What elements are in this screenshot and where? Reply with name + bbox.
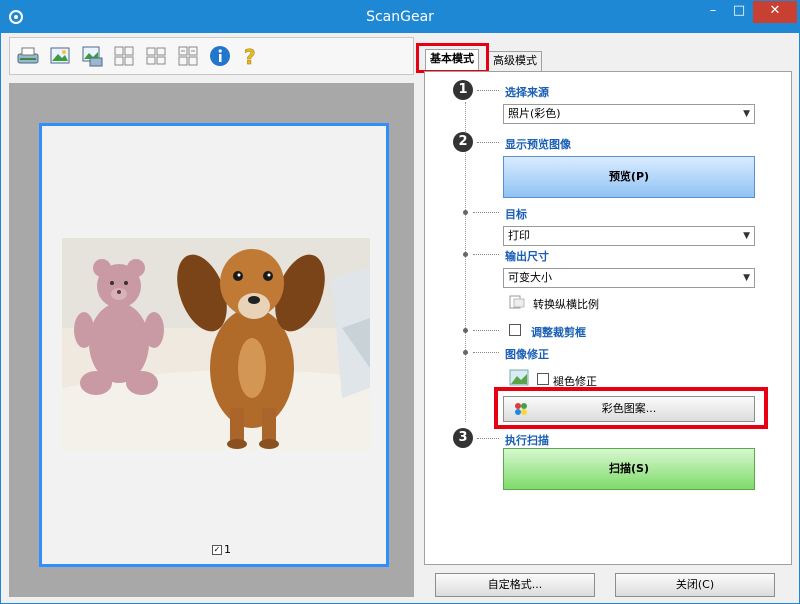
title-bar[interactable]: ScanGear – □ ✕ <box>1 1 799 33</box>
preview-frame[interactable]: ✓ 1 <box>39 123 389 567</box>
maximize-button[interactable]: □ <box>727 1 751 23</box>
aspect-ratio-label: 转换纵横比例 <box>533 298 599 311</box>
preview-checkbox-label: 1 <box>224 543 231 556</box>
crop-dots <box>473 330 499 331</box>
chevron-down-icon: ▼ <box>743 273 750 283</box>
info-icon[interactable] <box>208 44 232 68</box>
minimize-button[interactable]: – <box>701 1 725 23</box>
aspect-ratio-icon[interactable] <box>509 294 525 310</box>
chevron-down-icon: ▼ <box>743 231 750 241</box>
destination-label: 目标 <box>505 208 527 221</box>
step2-dots <box>477 142 499 143</box>
step3-dots <box>477 438 499 439</box>
photo-icon[interactable] <box>48 44 72 68</box>
thumbnails-icon[interactable] <box>176 44 200 68</box>
close-button[interactable]: 关闭(C) <box>615 573 775 597</box>
display-preview-label: 显示预览图像 <box>505 138 571 151</box>
select-source-label: 选择来源 <box>505 86 549 99</box>
source-select-value: 照片(彩色) <box>508 107 561 120</box>
preview-toolbar: ? <box>9 37 414 75</box>
tab-highlight-box <box>416 43 489 73</box>
output-size-bullet <box>463 252 468 257</box>
output-size-select-value: 可变大小 <box>508 271 552 284</box>
destination-select[interactable]: 打印 ▼ <box>503 226 755 246</box>
scangear-window: ScanGear – □ ✕ ? ✓ 1 基本模式 高级模式 1 选择来源 照片… <box>0 0 800 604</box>
output-size-dots <box>473 254 499 255</box>
preferences-button[interactable]: 自定格式... <box>435 573 595 597</box>
preview-area[interactable]: ✓ 1 <box>9 83 414 597</box>
photo-scan-icon[interactable] <box>80 44 104 68</box>
correction-dots <box>473 352 499 353</box>
tab-advanced-mode[interactable]: 高级模式 <box>488 51 542 71</box>
image-correction-label: 图像修正 <box>505 348 549 361</box>
crop-bullet <box>463 328 468 333</box>
correction-bullet <box>463 350 468 355</box>
destination-bullet <box>463 210 468 215</box>
scan-button[interactable]: 扫描(S) <box>503 448 755 490</box>
grid-icon[interactable] <box>112 44 136 68</box>
output-size-select[interactable]: 可变大小 ▼ <box>503 268 755 288</box>
preview-checkbox-row[interactable]: ✓ 1 <box>212 543 231 556</box>
source-select[interactable]: 照片(彩色) ▼ <box>503 104 755 124</box>
execute-scan-label: 执行扫描 <box>505 434 549 447</box>
help-icon[interactable]: ? <box>238 44 262 68</box>
color-pattern-highlight-box <box>494 387 768 429</box>
crop-checkbox[interactable] <box>509 324 521 336</box>
step1-badge: 1 <box>453 80 473 100</box>
step1-dots <box>477 90 499 91</box>
destination-select-value: 打印 <box>508 229 530 242</box>
preview-button[interactable]: 预览(P) <box>503 156 755 198</box>
fade-correction-icon <box>509 368 529 388</box>
fade-correction-checkbox[interactable] <box>537 373 549 385</box>
preview-image <box>62 238 370 450</box>
step3-badge: 3 <box>453 428 473 448</box>
svg-text:?: ? <box>244 45 256 68</box>
step2-badge: 2 <box>453 132 473 152</box>
basic-mode-panel: 1 选择来源 照片(彩色) ▼ 2 显示预览图像 预览(P) 目标 打印 ▼ 输… <box>424 71 792 565</box>
preview-checkbox[interactable]: ✓ <box>212 544 222 555</box>
scanner-icon[interactable] <box>16 44 40 68</box>
adjust-crop-label[interactable]: 调整裁剪框 <box>531 324 586 340</box>
destination-dots <box>473 212 499 213</box>
preview-panel: ? ✓ 1 <box>9 37 414 597</box>
close-window-button[interactable]: ✕ <box>753 1 797 23</box>
chevron-down-icon: ▼ <box>743 109 750 119</box>
window-title: ScanGear <box>366 9 434 25</box>
output-size-label: 输出尺寸 <box>505 250 549 263</box>
bottom-bar: 自定格式... 关闭(C) <box>419 567 797 601</box>
layout-icon[interactable] <box>144 44 168 68</box>
